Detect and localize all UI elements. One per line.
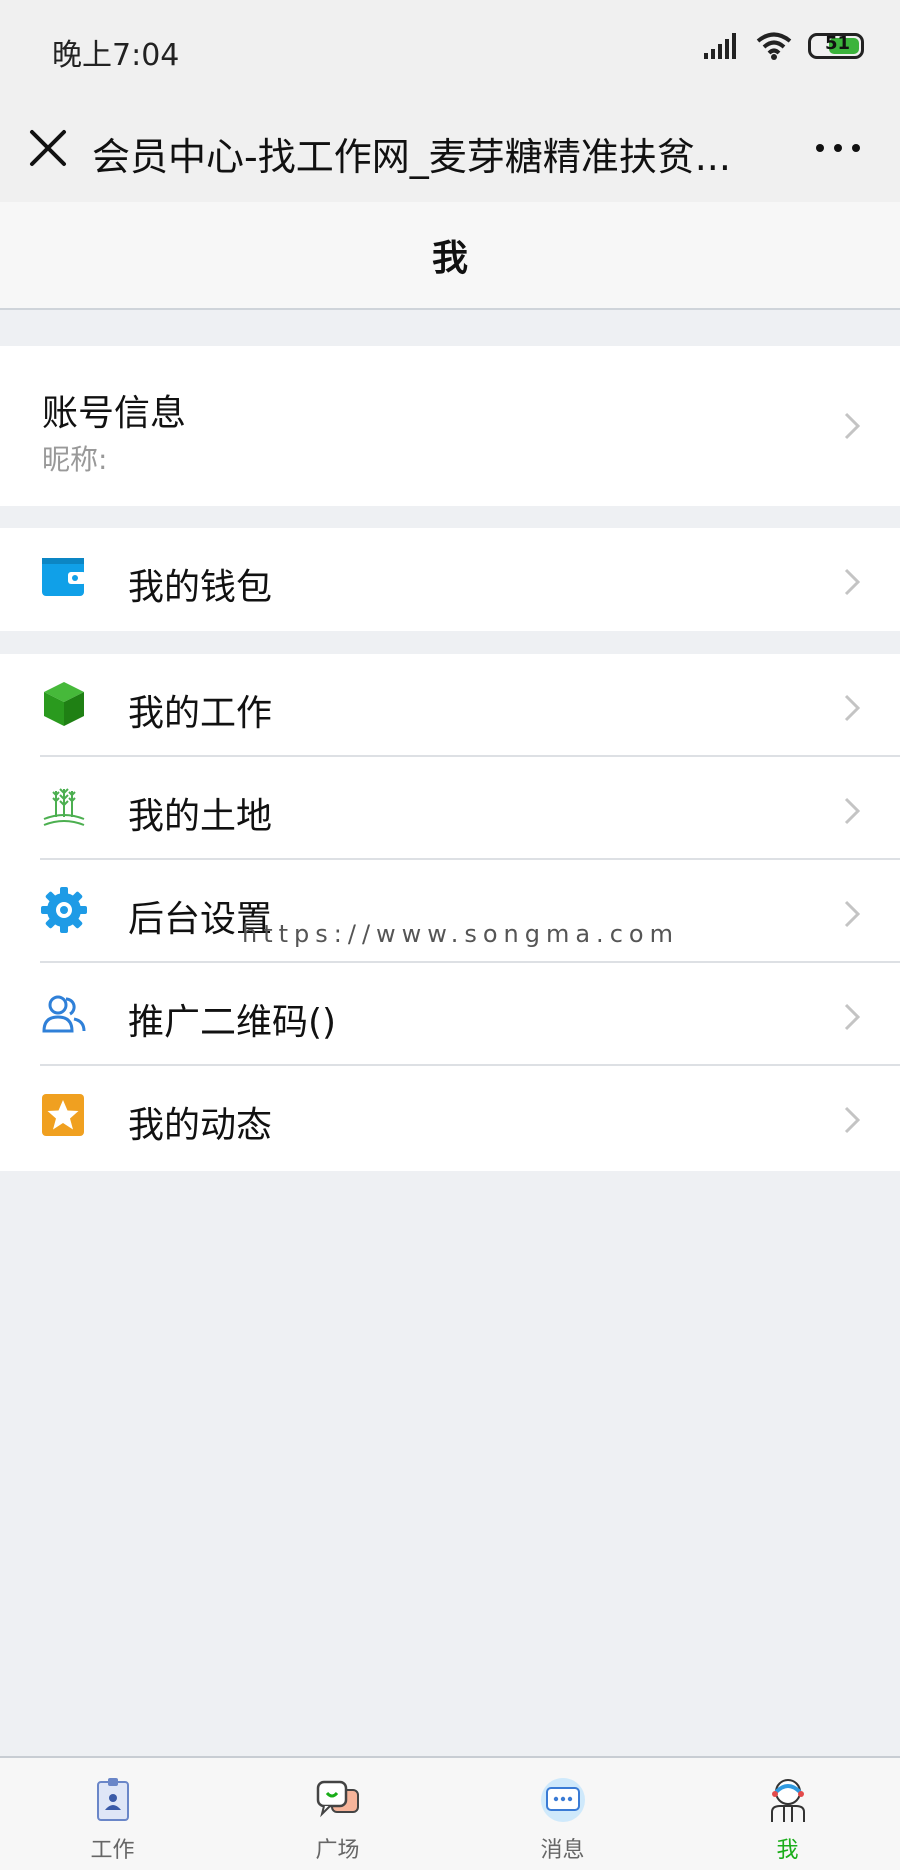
- tab-square[interactable]: 广场: [225, 1758, 450, 1870]
- page-header: 我: [0, 202, 900, 310]
- wallet-icon: [42, 558, 86, 596]
- nickname-label: 昵称:: [42, 443, 108, 476]
- gear-icon: [41, 887, 87, 933]
- nav-title: 会员中心-找工作网_麦芽糖精准扶贫...: [92, 135, 731, 179]
- menu-label: 我的工作: [128, 693, 273, 734]
- status-bar: 晚上7:04 51: [0, 0, 900, 100]
- menu-item-qrcode[interactable]: 推广二维码(): [0, 963, 900, 1066]
- status-icons: 51: [704, 32, 864, 60]
- menu-item-wallet[interactable]: 我的钱包: [0, 528, 900, 631]
- wifi-icon: [756, 32, 792, 60]
- cube-icon: [44, 682, 84, 726]
- signal-icon: [704, 33, 736, 59]
- menu-item-land[interactable]: 我的土地: [0, 757, 900, 860]
- tab-bar: 工作 广场 消息 我: [0, 1756, 900, 1870]
- chevron-right-icon: [844, 1003, 860, 1031]
- tab-messages[interactable]: 消息: [450, 1758, 675, 1870]
- watermark: https://www.songma.com: [242, 920, 679, 948]
- wallet-card: 我的钱包: [0, 528, 900, 631]
- chevron-right-icon: [844, 900, 860, 928]
- wheat-icon: [43, 788, 85, 826]
- badge-icon: [96, 1778, 129, 1821]
- status-time: 晚上7:04: [52, 38, 180, 73]
- tab-label: 我: [776, 1838, 799, 1863]
- more-dot: [816, 144, 824, 152]
- more-button[interactable]: [816, 144, 860, 152]
- more-dot: [852, 144, 860, 152]
- users-icon: [42, 995, 86, 1033]
- tab-label: 消息: [540, 1838, 585, 1863]
- menu-item-work[interactable]: 我的工作: [0, 654, 900, 757]
- menu-label: 我的动态: [128, 1105, 273, 1146]
- star-icon: [42, 1094, 84, 1136]
- profile-icon: [770, 1779, 805, 1822]
- more-dot: [834, 144, 842, 152]
- chevron-right-icon: [844, 568, 860, 596]
- account-title: 账号信息: [42, 393, 187, 434]
- page-title: 我: [431, 238, 468, 279]
- tab-work[interactable]: 工作: [0, 1758, 225, 1870]
- menu-label: 我的钱包: [128, 567, 273, 608]
- tab-me[interactable]: 我: [675, 1758, 900, 1870]
- tab-label: 广场: [315, 1838, 360, 1863]
- chevron-right-icon: [844, 797, 860, 825]
- tab-label: 工作: [90, 1838, 135, 1863]
- menu-card: 我的工作 我的土地 后台设置 推广二维码() 我的动态: [0, 654, 900, 1171]
- menu-label: 推广二维码(): [128, 1002, 337, 1043]
- close-icon[interactable]: [28, 128, 68, 168]
- menu-label: 我的土地: [128, 796, 273, 837]
- battery-level: 51: [825, 33, 851, 54]
- message-icon: [540, 1778, 585, 1822]
- battery-icon: 51: [808, 33, 864, 59]
- browser-navbar: 会员中心-找工作网_麦芽糖精准扶贫...: [0, 100, 900, 202]
- chat-icon: [316, 1780, 359, 1818]
- chevron-right-icon: [844, 1106, 860, 1134]
- account-info-row[interactable]: 账号信息 昵称:: [0, 346, 900, 506]
- menu-item-moments[interactable]: 我的动态: [0, 1066, 900, 1169]
- chevron-right-icon: [844, 694, 860, 722]
- chevron-right-icon: [844, 412, 860, 440]
